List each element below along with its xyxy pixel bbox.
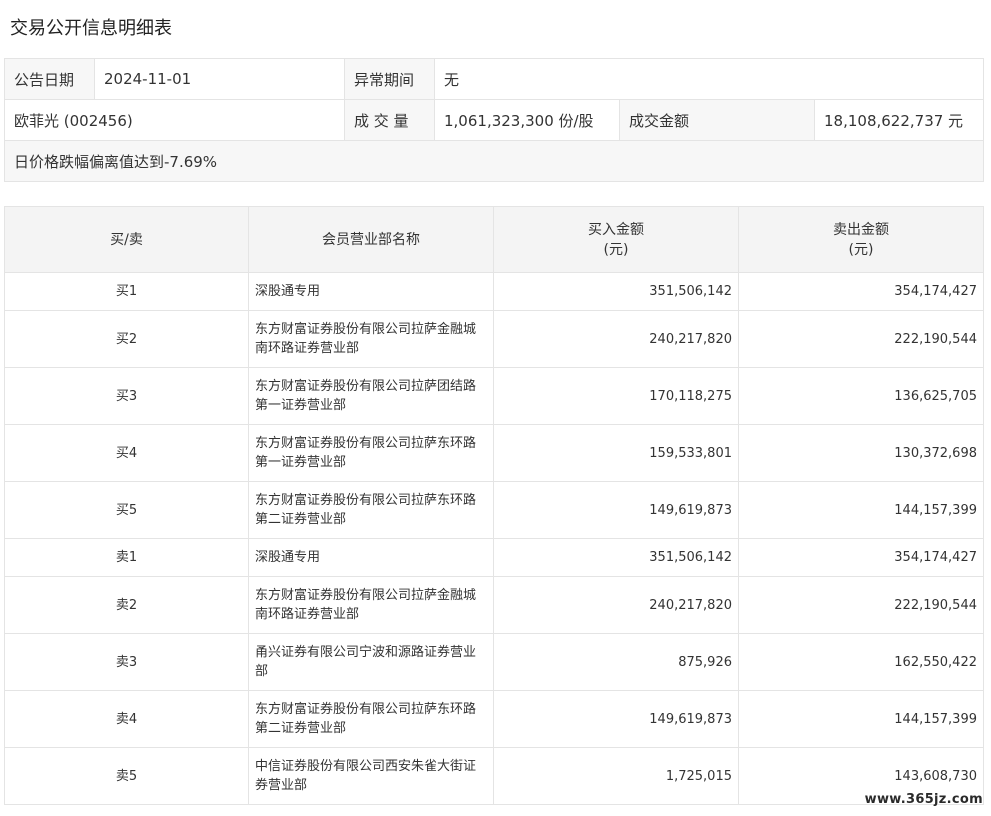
row-sell-amount: 136,625,705 <box>738 367 984 425</box>
table-row: 买5 东方财富证券股份有限公司拉萨东环路第二证券营业部 149,619,873 … <box>4 481 984 539</box>
watermark-text: www.365jz.com <box>864 792 983 807</box>
volume-label: 成 交 量 <box>344 99 435 141</box>
table-row: 买4 东方财富证券股份有限公司拉萨东环路第一证券营业部 159,533,801 … <box>4 424 984 482</box>
header-side: 买/卖 <box>4 206 249 273</box>
date-value: 2024-11-01 <box>94 58 345 100</box>
row-sell-amount: 354,174,427 <box>738 538 984 577</box>
row-sell-amount: 130,372,698 <box>738 424 984 482</box>
row-member-name: 东方财富证券股份有限公司拉萨东环路第二证券营业部 <box>248 690 494 748</box>
row-side: 卖2 <box>4 576 249 634</box>
stock-name: 欧菲光 (002456) <box>4 99 345 141</box>
header-buy-label: 买入金额 <box>588 221 644 238</box>
row-buy-amount: 170,118,275 <box>493 367 739 425</box>
row-side: 卖4 <box>4 690 249 748</box>
price-deviation-note: 日价格跌幅偏离值达到-7.69% <box>3 140 985 182</box>
row-buy-amount: 875,926 <box>493 633 739 691</box>
row-buy-amount: 149,619,873 <box>493 690 739 748</box>
row-buy-amount: 351,506,142 <box>493 538 739 577</box>
row-side: 买4 <box>4 424 249 482</box>
row-sell-amount: 354,174,427 <box>738 272 984 311</box>
date-label: 公告日期 <box>4 58 95 100</box>
summary-row-note: 日价格跌幅偏离值达到-7.69% <box>3 140 985 182</box>
table-row: 买1 深股通专用 351,506,142 354,174,427 <box>4 272 984 311</box>
row-sell-amount: 144,157,399 <box>738 481 984 539</box>
row-buy-amount: 240,217,820 <box>493 576 739 634</box>
row-side: 卖3 <box>4 633 249 691</box>
row-member-name: 东方财富证券股份有限公司拉萨东环路第一证券营业部 <box>248 424 494 482</box>
row-member-name: 中信证券股份有限公司西安朱雀大街证券营业部 <box>248 747 494 805</box>
row-side: 买5 <box>4 481 249 539</box>
summary-row-stock: 欧菲光 (002456) 成 交 量 1,061,323,300 份/股 成交金… <box>4 99 985 141</box>
row-member-name: 深股通专用 <box>248 538 494 577</box>
row-side: 买3 <box>4 367 249 425</box>
row-member-name: 东方财富证券股份有限公司拉萨团结路第一证券营业部 <box>248 367 494 425</box>
row-side: 买1 <box>4 272 249 311</box>
row-buy-amount: 159,533,801 <box>493 424 739 482</box>
table-row: 卖3 甬兴证券有限公司宁波和源路证券营业部 875,926 162,550,42… <box>4 633 984 691</box>
row-side: 卖1 <box>4 538 249 577</box>
row-side: 买2 <box>4 310 249 368</box>
row-member-name: 东方财富证券股份有限公司拉萨东环路第二证券营业部 <box>248 481 494 539</box>
summary-row-date: 公告日期 2024-11-01 异常期间 无 <box>4 58 985 100</box>
abnormal-period-value: 无 <box>433 58 985 100</box>
header-sell-amount: 卖出金额 (元) <box>738 206 984 273</box>
row-sell-amount: 222,190,544 <box>738 310 984 368</box>
summary-table: 公告日期 2024-11-01 异常期间 无 欧菲光 (002456) 成 交 … <box>3 58 985 182</box>
row-side: 卖5 <box>4 747 249 805</box>
page-title: 交易公开信息明细表 <box>10 18 172 39</box>
volume-value: 1,061,323,300 份/股 <box>434 99 620 141</box>
table-row: 买3 东方财富证券股份有限公司拉萨团结路第一证券营业部 170,118,275 … <box>4 367 984 425</box>
table-row: 卖4 东方财富证券股份有限公司拉萨东环路第二证券营业部 149,619,873 … <box>4 690 984 748</box>
row-buy-amount: 149,619,873 <box>493 481 739 539</box>
row-sell-amount: 162,550,422 <box>738 633 984 691</box>
amount-label: 成交金额 <box>619 99 815 141</box>
row-buy-amount: 351,506,142 <box>493 272 739 311</box>
table-row: 卖2 东方财富证券股份有限公司拉萨金融城南环路证券营业部 240,217,820… <box>4 576 984 634</box>
table-header-row: 买/卖 会员营业部名称 买入金额 (元) 卖出金额 (元) <box>4 206 984 273</box>
row-member-name: 甬兴证券有限公司宁波和源路证券营业部 <box>248 633 494 691</box>
header-sell-label: 卖出金额 <box>833 221 889 238</box>
table-row: 卖5 中信证券股份有限公司西安朱雀大街证券营业部 1,725,015 143,6… <box>4 747 984 805</box>
table-row: 卖1 深股通专用 351,506,142 354,174,427 <box>4 538 984 577</box>
abnormal-period-label: 异常期间 <box>344 58 435 100</box>
row-buy-amount: 240,217,820 <box>493 310 739 368</box>
row-buy-amount: 1,725,015 <box>493 747 739 805</box>
row-sell-amount: 222,190,544 <box>738 576 984 634</box>
table-row: 买2 东方财富证券股份有限公司拉萨金融城南环路证券营业部 240,217,820… <box>4 310 984 368</box>
row-member-name: 深股通专用 <box>248 272 494 311</box>
trading-detail-table: 买/卖 会员营业部名称 买入金额 (元) 卖出金额 (元) 买1 深股通专用 351… <box>4 206 984 805</box>
row-sell-amount: 144,157,399 <box>738 690 984 748</box>
header-member: 会员营业部名称 <box>248 206 494 273</box>
row-member-name: 东方财富证券股份有限公司拉萨金融城南环路证券营业部 <box>248 310 494 368</box>
header-buy-amount: 买入金额 (元) <box>493 206 739 273</box>
header-buy-unit: (元) <box>603 241 629 258</box>
header-sell-unit: (元) <box>848 241 874 258</box>
row-member-name: 东方财富证券股份有限公司拉萨金融城南环路证券营业部 <box>248 576 494 634</box>
amount-value: 18,108,622,737 元 <box>813 99 985 141</box>
